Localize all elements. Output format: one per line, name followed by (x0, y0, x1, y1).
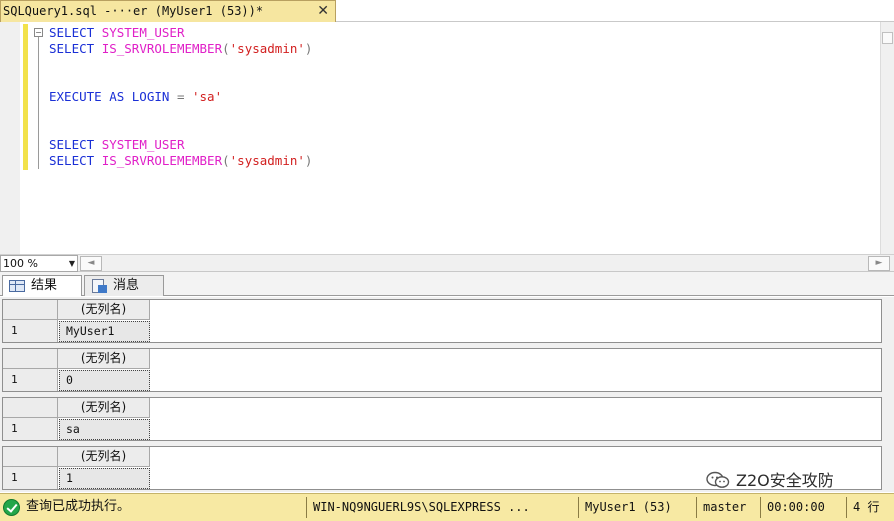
query-editor[interactable]: − SELECT SYSTEM_USER SELECT IS_SRVROLEMEM… (0, 22, 894, 254)
column-header[interactable]: (无列名) (58, 398, 150, 418)
result-grid-3[interactable]: (无列名) 1 sa (2, 397, 882, 441)
code-token: SELECT (49, 41, 102, 56)
code-token: 'sysadmin' (229, 153, 305, 168)
query-tab-title: SQLQuery1.sql -···er (MyUser1 (53))* (3, 4, 264, 18)
code-token: = (176, 89, 192, 104)
grid-icon (9, 280, 25, 292)
code-line[interactable]: SELECT IS_SRVROLEMEMBER('sysadmin') (49, 41, 312, 57)
status-message: 查询已成功执行。 (0, 494, 130, 521)
result-cell[interactable]: sa (59, 419, 150, 440)
row-header[interactable]: 1 (3, 369, 58, 391)
document-tab-strip: SQLQuery1.sql -···er (MyUser1 (53))* ✕ (0, 0, 894, 22)
scroll-left-icon[interactable]: ◄ (80, 256, 102, 271)
zoom-select[interactable]: 100 % ▼ (0, 255, 78, 272)
results-tab-strip: 结果 消息 (0, 272, 894, 296)
outline-line (38, 37, 39, 169)
tab-messages[interactable]: 消息 (84, 275, 164, 296)
code-token: ) (304, 153, 313, 168)
code-token: 'sa' (192, 89, 223, 104)
tab-results-label: 结果 (31, 278, 58, 293)
row-header[interactable]: 1 (3, 467, 58, 489)
code-line[interactable]: SELECT IS_SRVROLEMEMBER('sysadmin') (49, 153, 312, 169)
grid-corner[interactable] (3, 447, 58, 467)
editor-vertical-scrollbar[interactable] (880, 22, 894, 254)
code-token: EXECUTE AS LOGIN (49, 89, 177, 104)
watermark: Z2O安全攻防 (706, 470, 834, 492)
editor-gutter (0, 22, 20, 254)
editor-bottom-bar: 100 % ▼ ◄ ► (0, 254, 894, 272)
result-cell[interactable]: 1 (59, 468, 150, 489)
code-token: SYSTEM_USER (101, 25, 185, 40)
messages-icon (92, 279, 107, 293)
row-header[interactable]: 1 (3, 418, 58, 440)
status-rows: 4 行 (846, 497, 894, 518)
grid-corner[interactable] (3, 349, 58, 369)
status-server: WIN-NQ9NGUERL9S\SQLEXPRESS ... (306, 497, 576, 518)
status-bar: 查询已成功执行。 WIN-NQ9NGUERL9S\SQLEXPRESS ... … (0, 493, 894, 521)
tab-messages-label: 消息 (113, 278, 140, 293)
code-line[interactable] (49, 121, 312, 137)
results-pane: (无列名) 1 MyUser1 (无列名) 1 0 (无列名) 1 sa (无列… (0, 297, 894, 492)
column-header[interactable]: (无列名) (58, 300, 150, 320)
result-grid-2[interactable]: (无列名) 1 0 (2, 348, 882, 392)
split-handle[interactable] (882, 32, 893, 44)
success-check-icon (3, 499, 20, 516)
zoom-value: 100 % (3, 257, 38, 270)
column-header[interactable]: (无列名) (58, 349, 150, 369)
tab-results[interactable]: 结果 (2, 275, 82, 296)
grid-corner[interactable] (3, 300, 58, 320)
result-grid-1[interactable]: (无列名) 1 MyUser1 (2, 299, 882, 343)
code-token: SYSTEM_USER (101, 137, 185, 152)
code-token: SELECT (49, 25, 102, 40)
query-document-tab[interactable]: SQLQuery1.sql -···er (MyUser1 (53))* ✕ (0, 0, 336, 22)
result-cell[interactable]: 0 (59, 370, 150, 391)
code-token: SELECT (49, 137, 102, 152)
sql-code[interactable]: SELECT SYSTEM_USER SELECT IS_SRVROLEMEMBE… (49, 25, 312, 169)
result-cell[interactable]: MyUser1 (59, 321, 150, 342)
code-line[interactable]: EXECUTE AS LOGIN = 'sa' (49, 89, 312, 105)
column-header[interactable]: (无列名) (58, 447, 150, 467)
code-token: ) (304, 41, 313, 56)
code-line[interactable]: SELECT SYSTEM_USER (49, 137, 312, 153)
code-token: ( (222, 41, 230, 56)
code-line[interactable] (49, 73, 312, 89)
status-database: master (696, 497, 758, 518)
status-message-text: 查询已成功执行。 (26, 499, 131, 514)
row-header[interactable]: 1 (3, 320, 58, 342)
watermark-text: Z2O安全攻防 (736, 471, 834, 490)
code-line[interactable] (49, 57, 312, 73)
code-token: SELECT (49, 153, 102, 168)
code-line[interactable] (49, 105, 312, 121)
change-tracking-bar (23, 24, 28, 170)
chevron-down-icon[interactable]: ▼ (69, 256, 75, 271)
code-token: IS_SRVROLEMEMBER (101, 153, 223, 168)
code-token: 'sysadmin' (229, 41, 305, 56)
wechat-icon (706, 471, 730, 488)
status-elapsed: 00:00:00 (760, 497, 844, 518)
code-token: IS_SRVROLEMEMBER (101, 41, 223, 56)
code-token: ( (222, 153, 230, 168)
close-icon[interactable]: ✕ (317, 1, 329, 22)
code-line[interactable]: SELECT SYSTEM_USER (49, 25, 312, 41)
grid-corner[interactable] (3, 398, 58, 418)
scroll-right-icon[interactable]: ► (868, 256, 890, 271)
status-user: MyUser1 (53) (578, 497, 694, 518)
collapse-icon[interactable]: − (34, 28, 43, 37)
